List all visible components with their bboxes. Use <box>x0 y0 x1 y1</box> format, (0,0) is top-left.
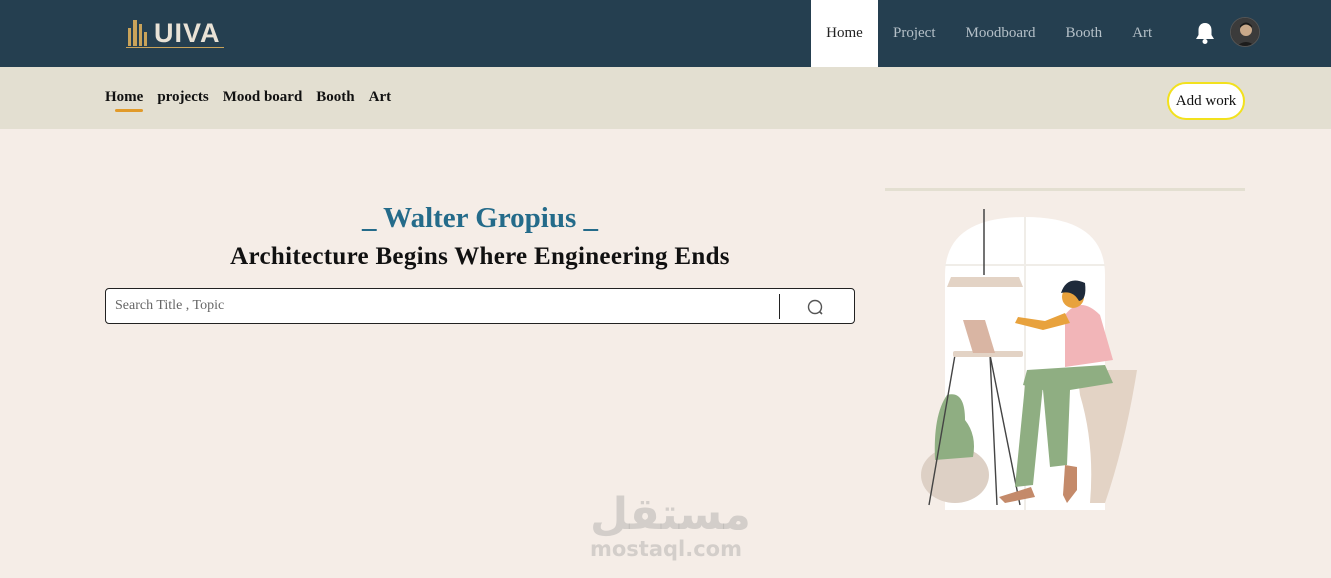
logo[interactable]: UIVA <box>126 14 224 48</box>
logo-underline <box>126 47 224 48</box>
avatar-image <box>1231 18 1259 46</box>
sub-navbar: Home projects Mood board Booth Art <box>0 67 1331 129</box>
search-icon[interactable] <box>806 298 826 318</box>
sub-nav: Home projects Mood board Booth Art <box>105 89 392 112</box>
nav-booth[interactable]: Booth <box>1051 0 1118 67</box>
subnav-mood-board[interactable]: Mood board <box>223 89 303 106</box>
search-input[interactable] <box>106 289 780 323</box>
nav-project[interactable]: Project <box>878 0 951 67</box>
avatar[interactable] <box>1230 17 1260 47</box>
subnav-booth[interactable]: Booth <box>316 89 354 106</box>
quote-text: Architecture Begins Where Engineering En… <box>230 243 730 270</box>
subnav-art[interactable]: Art <box>369 89 392 106</box>
nav-moodboard[interactable]: Moodboard <box>951 0 1051 67</box>
bell-icon[interactable] <box>1194 21 1216 45</box>
watermark-arabic: مستقل <box>590 489 751 540</box>
nav-home[interactable]: Home <box>811 0 878 67</box>
quote-author: _ Walter Gropius _ <box>361 202 599 234</box>
main-nav: Home Project Moodboard Booth Art <box>811 0 1167 67</box>
logo-text: UIVA <box>154 18 221 48</box>
search-bar <box>105 288 855 324</box>
hero-divider <box>885 188 1245 191</box>
person-working-illustration <box>921 209 1137 510</box>
search-divider <box>779 294 780 319</box>
watermark-latin: mostaql.com <box>590 537 742 561</box>
add-work-button[interactable]: Add work <box>1167 82 1245 120</box>
nav-art[interactable]: Art <box>1117 0 1167 67</box>
watermark: مستقل mostaql.com <box>590 489 751 561</box>
building-logo-icon <box>128 20 147 46</box>
subnav-home[interactable]: Home <box>105 89 144 112</box>
top-navbar: UIVA Home Project Moodboard Booth Art <box>0 0 1331 67</box>
subnav-projects[interactable]: projects <box>157 89 208 106</box>
